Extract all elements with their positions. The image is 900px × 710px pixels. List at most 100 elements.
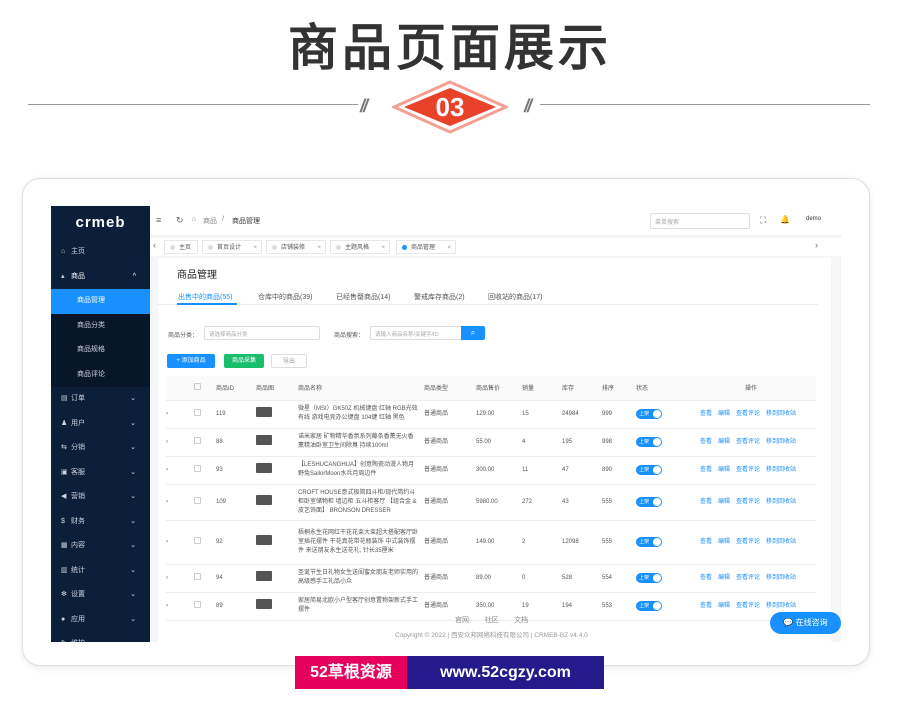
sidebar-item-distribution[interactable]: ⇆ 分销 ⌄	[51, 436, 150, 461]
sidebar-item-home[interactable]: ⌂ 主页	[51, 240, 150, 265]
edit-link[interactable]: 编辑	[718, 467, 730, 473]
bell-icon[interactable]: 🔔	[780, 215, 790, 224]
sidebar-item-settings[interactable]: ✻ 设置 ⌄	[51, 583, 150, 608]
tab-theme-style[interactable]: 主题风格 ×	[330, 240, 390, 254]
view-reviews-link[interactable]: 查看评论	[736, 411, 760, 417]
search-button[interactable]: ⌕	[461, 326, 485, 340]
tabs-next-icon[interactable]: ›	[815, 240, 818, 250]
edit-link[interactable]: 编辑	[718, 575, 730, 581]
menu-icon[interactable]: ≡	[156, 215, 161, 225]
row-checkbox[interactable]	[194, 496, 201, 504]
edit-link[interactable]: 编辑	[718, 603, 730, 609]
footer-link-community[interactable]: 社区	[485, 617, 499, 624]
view-link[interactable]: 查看	[700, 539, 712, 545]
status-toggle[interactable]: 上架	[636, 573, 662, 583]
view-reviews-link[interactable]: 查看评论	[736, 575, 760, 581]
edit-link[interactable]: 编辑	[718, 411, 730, 417]
expand-icon[interactable]: ›	[166, 484, 194, 521]
row-checkbox[interactable]	[194, 572, 201, 580]
move-to-recycle-link[interactable]: 移到回收站	[766, 603, 796, 609]
close-icon[interactable]: ×	[253, 241, 257, 255]
expand-icon[interactable]: ›	[166, 564, 194, 593]
move-to-recycle-link[interactable]: 移到回收站	[766, 439, 796, 445]
expand-icon[interactable]: ›	[166, 428, 194, 457]
sidebar-item-service[interactable]: ▣ 客服 ⌄	[51, 461, 150, 486]
product-search-input[interactable]: 请输入商品名称/关键字/ID	[370, 326, 462, 340]
move-to-recycle-link[interactable]: 移到回收站	[766, 499, 796, 505]
menu-search-input[interactable]: 菜单搜索	[650, 213, 750, 229]
export-button[interactable]: 导出	[271, 354, 307, 368]
sidebar-sub-product-review[interactable]: 商品评论	[51, 362, 150, 387]
row-select[interactable]	[194, 564, 216, 593]
row-select[interactable]	[194, 428, 216, 457]
subtab-on-sale[interactable]: 出售中的商品(55)	[178, 292, 232, 302]
row-select[interactable]	[194, 592, 216, 621]
subtab-low-stock[interactable]: 警戒库存商品(2)	[414, 292, 465, 302]
row-checkbox[interactable]	[194, 464, 201, 472]
view-link[interactable]: 查看	[700, 439, 712, 445]
move-to-recycle-link[interactable]: 移到回收站	[766, 467, 796, 473]
category-select[interactable]: 请选择商品分类	[204, 326, 320, 340]
online-chat-button[interactable]: 💬 在线咨询	[770, 612, 841, 634]
footer-link-docs[interactable]: 文档	[514, 617, 528, 624]
view-reviews-link[interactable]: 查看评论	[736, 499, 760, 505]
view-reviews-link[interactable]: 查看评论	[736, 539, 760, 545]
subtab-recycle[interactable]: 回收站的商品(17)	[488, 292, 542, 302]
footer-link-official[interactable]: 官网	[455, 617, 469, 624]
view-link[interactable]: 查看	[700, 467, 712, 473]
edit-link[interactable]: 编辑	[718, 539, 730, 545]
sidebar-item-orders[interactable]: ▤ 订单 ⌄	[51, 387, 150, 412]
add-product-button[interactable]: + 添加商品	[167, 354, 215, 368]
tabs-prev-icon[interactable]: ‹	[153, 240, 156, 250]
view-reviews-link[interactable]: 查看评论	[736, 467, 760, 473]
status-toggle[interactable]: 上架	[636, 537, 662, 547]
breadcrumb-root[interactable]: 商品	[203, 216, 217, 226]
sidebar-item-users[interactable]: ♟ 用户 ⌄	[51, 412, 150, 437]
refresh-icon[interactable]: ↻	[176, 215, 184, 226]
tab-home[interactable]: 主页	[164, 240, 198, 254]
view-reviews-link[interactable]: 查看评论	[736, 439, 760, 445]
move-to-recycle-link[interactable]: 移到回收站	[766, 411, 796, 417]
view-link[interactable]: 查看	[700, 603, 712, 609]
row-checkbox[interactable]	[194, 600, 201, 608]
sidebar-item-finance[interactable]: $ 财务 ⌄	[51, 510, 150, 535]
col-select[interactable]	[194, 376, 216, 401]
sidebar-sub-product-category[interactable]: 商品分类	[51, 313, 150, 338]
sidebar-sub-product-spec[interactable]: 商品规格	[51, 338, 150, 363]
close-icon[interactable]: ×	[381, 241, 385, 255]
edit-link[interactable]: 编辑	[718, 499, 730, 505]
row-checkbox[interactable]	[194, 408, 201, 416]
close-icon[interactable]: ×	[447, 241, 451, 255]
row-select[interactable]	[194, 456, 216, 485]
edit-link[interactable]: 编辑	[718, 439, 730, 445]
sidebar-sub-product-manage[interactable]: 商品管理	[51, 289, 150, 314]
row-select[interactable]	[194, 484, 216, 521]
tab-home-design[interactable]: 首页设计 ×	[202, 240, 262, 254]
expand-icon[interactable]: ›	[166, 400, 194, 429]
subtab-warehouse[interactable]: 仓库中的商品(39)	[258, 292, 312, 302]
sidebar-item-content[interactable]: ▦ 内容 ⌄	[51, 534, 150, 559]
select-all-checkbox[interactable]	[194, 383, 201, 391]
sidebar-item-products[interactable]: ▴ 商品 ^	[51, 265, 150, 290]
tab-product-manage[interactable]: 商品管理 ×	[396, 240, 456, 254]
row-checkbox[interactable]	[194, 536, 201, 544]
subtab-sold-out[interactable]: 已经售罄商品(14)	[336, 292, 390, 302]
user-name[interactable]: demo	[806, 216, 821, 222]
sidebar-item-maintenance[interactable]: ✎维护 ⌄	[51, 632, 150, 642]
row-select[interactable]	[194, 400, 216, 429]
view-link[interactable]: 查看	[700, 499, 712, 505]
view-link[interactable]: 查看	[700, 411, 712, 417]
view-link[interactable]: 查看	[700, 575, 712, 581]
status-toggle[interactable]: 上架	[636, 601, 662, 611]
status-toggle[interactable]: 上架	[636, 497, 662, 507]
sidebar-item-statistics[interactable]: ▥ 统计 ⌄	[51, 559, 150, 584]
view-reviews-link[interactable]: 查看评论	[736, 603, 760, 609]
status-toggle[interactable]: 上架	[636, 409, 662, 419]
fullscreen-icon[interactable]: ⛶	[760, 215, 766, 226]
tab-store-decor[interactable]: 店铺装修 ×	[266, 240, 326, 254]
collect-product-button[interactable]: 商品采集	[224, 354, 264, 368]
move-to-recycle-link[interactable]: 移到回收站	[766, 539, 796, 545]
row-checkbox[interactable]	[194, 436, 201, 444]
expand-icon[interactable]: ›	[166, 520, 194, 565]
status-toggle[interactable]: 上架	[636, 437, 662, 447]
